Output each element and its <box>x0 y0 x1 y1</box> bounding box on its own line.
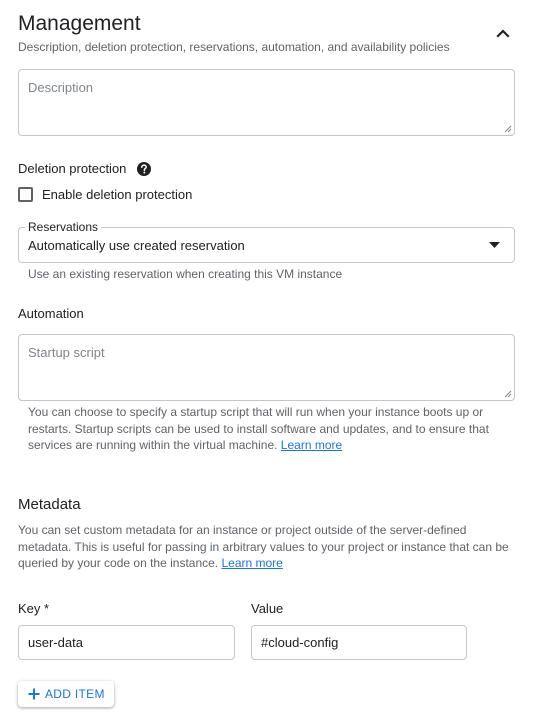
reservations-selected-value: Automatically use created reservation <box>28 238 245 253</box>
chevron-up-icon <box>496 29 510 38</box>
help-icon <box>137 162 151 176</box>
metadata-learn-more-link[interactable]: Learn more <box>221 556 282 570</box>
metadata-heading: Metadata <box>18 496 81 513</box>
automation-heading: Automation <box>18 306 84 321</box>
deletion-protection-checkbox[interactable] <box>18 187 33 202</box>
startup-script-input[interactable] <box>19 335 514 400</box>
automation-help-body: You can choose to specify a startup scri… <box>28 405 489 452</box>
metadata-value-label: Value <box>251 601 284 616</box>
add-item-label: ADD ITEM <box>45 687 105 701</box>
reservations-hint: Use an existing reservation when creatin… <box>28 267 343 281</box>
metadata-key-field[interactable] <box>18 625 235 660</box>
plus-icon <box>28 688 40 700</box>
startup-script-field[interactable] <box>18 334 515 401</box>
metadata-key-input[interactable] <box>19 626 234 659</box>
section-title: Management <box>18 12 141 35</box>
metadata-help-text: You can set custom metadata for an insta… <box>18 522 518 572</box>
automation-learn-more-link[interactable]: Learn more <box>281 438 342 452</box>
deletion-protection-heading: Deletion protection <box>18 161 127 176</box>
metadata-key-label: Key * <box>18 601 50 616</box>
description-field[interactable] <box>18 69 515 136</box>
resize-grip-icon[interactable] <box>504 125 512 133</box>
deletion-protection-help[interactable] <box>136 161 152 177</box>
reservations-label: Reservations <box>25 220 102 234</box>
metadata-value-input[interactable] <box>252 626 466 659</box>
section-subtitle: Description, deletion protection, reserv… <box>18 40 450 54</box>
metadata-value-field[interactable] <box>251 625 467 660</box>
add-item-button[interactable]: ADD ITEM <box>18 681 114 707</box>
resize-grip-icon[interactable] <box>504 390 512 398</box>
description-input[interactable] <box>19 70 514 135</box>
dropdown-arrow-icon <box>489 242 500 248</box>
deletion-protection-checkbox-label[interactable]: Enable deletion protection <box>42 187 192 202</box>
automation-help-text: You can choose to specify a startup scri… <box>28 404 503 454</box>
collapse-button[interactable] <box>490 20 516 46</box>
